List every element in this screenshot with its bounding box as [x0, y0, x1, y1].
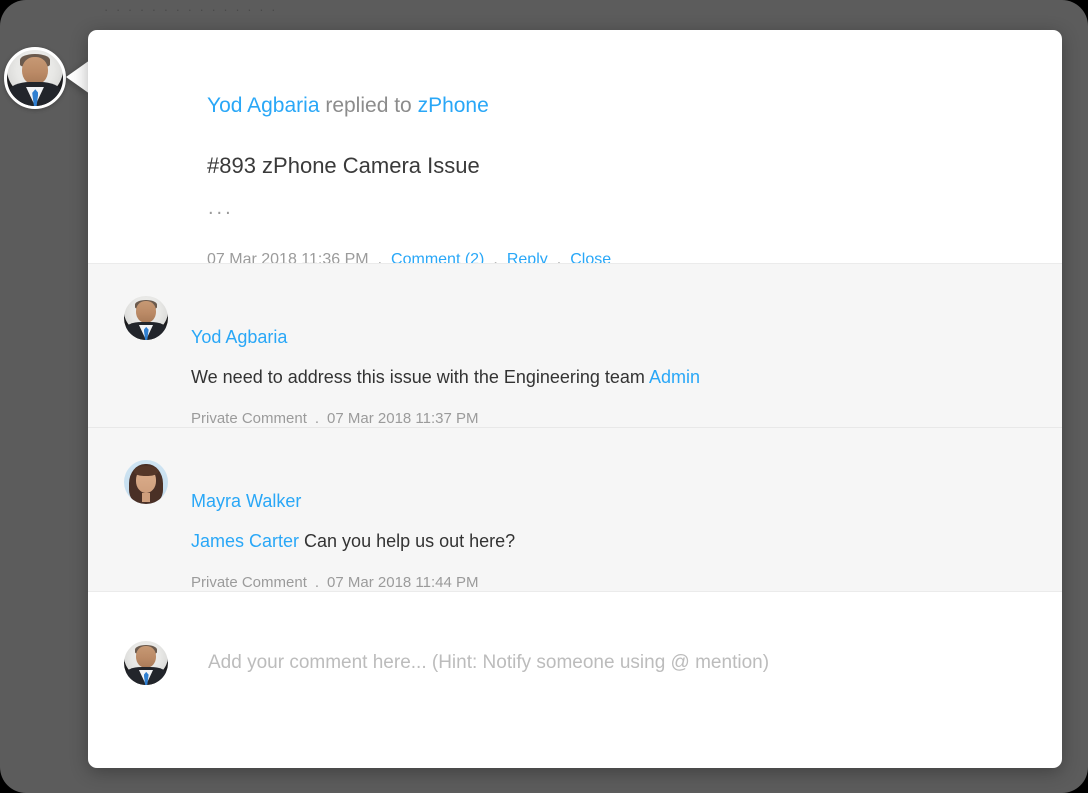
- comment-timestamp: 07 Mar 2018 11:37 PM: [327, 410, 479, 427]
- comment-mention[interactable]: Admin: [649, 367, 700, 387]
- comment-input[interactable]: [206, 649, 1000, 677]
- comment-meta: Private Comment. 07 Mar 2018 11:37 PM: [191, 409, 479, 429]
- activity-target-link[interactable]: zPhone: [418, 94, 489, 117]
- comment-mention[interactable]: James Carter: [191, 531, 299, 551]
- notification-card: Yod Agbaria replied to zPhone #893 zPhon…: [88, 30, 1062, 768]
- comment-body-text: We need to address this issue with the E…: [191, 367, 649, 387]
- avatar-face: [22, 56, 48, 85]
- comment-timestamp: 07 Mar 2018 11:44 PM: [327, 574, 479, 591]
- comment-meta: Private Comment. 07 Mar 2018 11:44 PM: [191, 573, 479, 593]
- avatar-neck: [141, 492, 151, 503]
- comment-avatar[interactable]: [124, 460, 168, 504]
- comment-body: We need to address this issue with the E…: [191, 365, 700, 389]
- comment-author-link[interactable]: Mayra Walker: [191, 490, 301, 512]
- comment-author-link[interactable]: Yod Agbaria: [191, 326, 287, 348]
- speech-bubble-pointer: [66, 60, 90, 94]
- comment-body-text: Can you help us out here?: [299, 531, 516, 551]
- comment-meta-separator: .: [314, 574, 320, 591]
- cut-off-text-above-card: · · · · · · · · · · · · · · ·: [104, 2, 278, 17]
- comments-panel: Yod Agbaria We need to address this issu…: [88, 263, 1062, 592]
- avatar-face: [135, 646, 157, 669]
- composer-avatar: [124, 641, 168, 685]
- avatar-fringe: [133, 465, 159, 477]
- comment-composer: [88, 605, 1062, 715]
- comment-item: Yod Agbaria We need to address this issu…: [88, 264, 1062, 427]
- truncated-body-ellipsis: ...: [208, 197, 234, 219]
- ticket-subject: #893 zPhone Camera Issue: [207, 153, 480, 178]
- comment-meta-separator: .: [314, 410, 320, 427]
- activity-headline: Yod Agbaria replied to zPhone: [207, 92, 489, 120]
- comment-visibility: Private Comment: [191, 410, 307, 427]
- comment-avatar[interactable]: [124, 296, 168, 340]
- comment-item: Mayra Walker James Carter Can you help u…: [88, 427, 1062, 593]
- comment-visibility: Private Comment: [191, 574, 307, 591]
- avatar-main-yod-agbaria[interactable]: [4, 47, 66, 109]
- comment-body: James Carter Can you help us out here?: [191, 529, 515, 553]
- activity-actor-link[interactable]: Yod Agbaria: [207, 94, 320, 117]
- activity-action-text: replied to: [319, 94, 418, 117]
- avatar-face: [135, 301, 157, 324]
